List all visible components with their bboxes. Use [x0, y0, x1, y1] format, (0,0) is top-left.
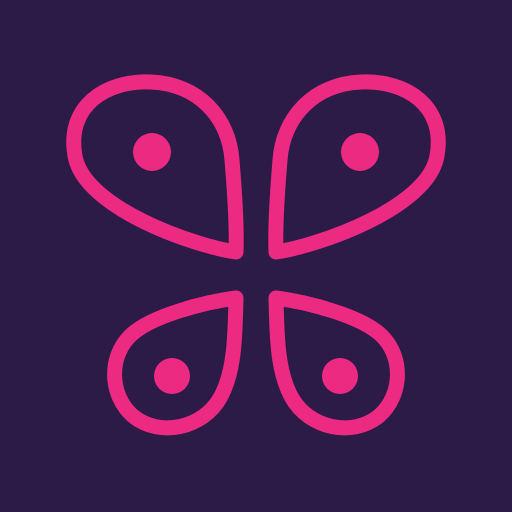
- wing-dot-bottom-left: [154, 358, 190, 394]
- app-icon: [0, 0, 512, 512]
- wing-dot-bottom-right: [322, 358, 358, 394]
- icon-background: [0, 0, 512, 512]
- butterfly-logo-icon: [0, 0, 512, 512]
- wing-dot-top-left: [133, 133, 171, 171]
- wing-dot-top-right: [341, 133, 379, 171]
